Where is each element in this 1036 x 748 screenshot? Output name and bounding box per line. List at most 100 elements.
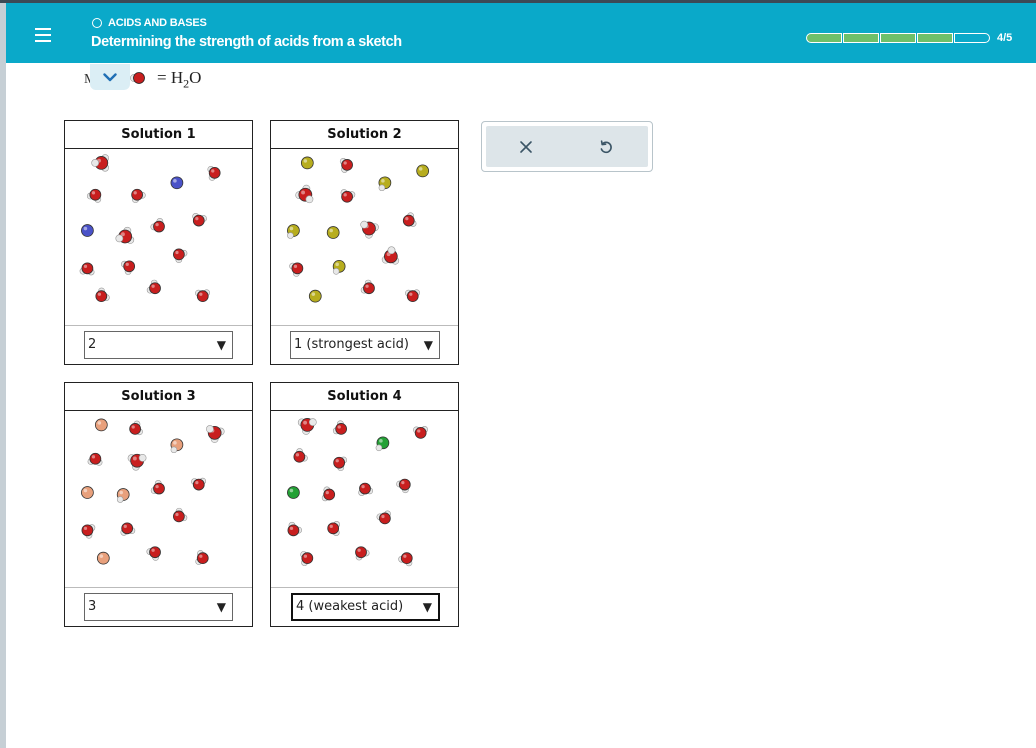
topic-text: ACIDS AND BASES	[108, 17, 207, 29]
water-molecule	[413, 426, 428, 439]
water-equation: = H2O	[157, 68, 202, 91]
water-molecule	[360, 279, 375, 295]
water-molecule	[91, 154, 110, 172]
anion	[81, 486, 94, 499]
water-molecule	[87, 452, 103, 466]
water-molecule	[86, 188, 102, 203]
page-title: Determining the strength of acids from a…	[91, 34, 402, 50]
water-molecule	[191, 477, 207, 491]
anion	[287, 486, 300, 499]
left-scroll-edge	[0, 3, 6, 748]
topic-label: ACIDS AND BASES	[92, 17, 207, 29]
water-molecule	[195, 289, 211, 303]
dropdown-arrow-icon: ▼	[422, 600, 432, 614]
water-molecule	[95, 287, 110, 303]
water-molecule	[327, 521, 340, 536]
water-molecule	[192, 213, 207, 227]
water-molecule	[127, 453, 147, 471]
close-icon	[520, 140, 532, 153]
dropdown-arrow-icon: ▼	[216, 338, 226, 352]
water-molecule	[150, 218, 165, 233]
anion	[416, 164, 430, 178]
water-molecule	[300, 551, 314, 566]
anion	[308, 289, 322, 303]
water-molecule	[195, 550, 209, 565]
water-molecule	[81, 524, 96, 539]
header-bar: ACIDS AND BASES Determining the strength…	[6, 3, 1036, 63]
water-molecule	[402, 212, 417, 227]
progress-segment	[880, 33, 916, 43]
solution-2-panel: Solution 2 1 (strongest acid) ▼	[270, 120, 459, 365]
solution-1-rank-value: 2	[88, 337, 97, 352]
water-molecule	[358, 482, 374, 496]
water-molecule	[405, 289, 421, 303]
collapse-button[interactable]	[90, 64, 130, 90]
circle-icon	[92, 18, 102, 28]
water-molecule	[146, 279, 161, 295]
water-molecule	[120, 522, 136, 536]
water-molecule	[293, 448, 308, 463]
progress-bar	[806, 33, 990, 43]
solution-4-panel: Solution 4 4 (weakest acid) ▼	[270, 382, 459, 627]
solution-3-rank-value: 3	[88, 599, 97, 614]
water-molecule	[297, 418, 317, 435]
water-molecule	[398, 552, 413, 567]
solution-3-panel: Solution 3 3 ▼	[64, 382, 253, 627]
solution-2-rank-select[interactable]: 1 (strongest acid) ▼	[290, 331, 440, 359]
progress-segment	[806, 33, 842, 43]
water-molecule	[333, 456, 347, 472]
water-molecule	[79, 262, 95, 276]
water-molecule	[360, 220, 379, 239]
clear-button[interactable]	[496, 126, 556, 167]
menu-icon-line	[35, 34, 51, 36]
anion	[300, 156, 314, 170]
anion	[96, 551, 110, 565]
water-molecule	[173, 248, 188, 263]
solution-4-rank-select[interactable]: 4 (weakest acid) ▼	[291, 593, 440, 621]
solution-3-sketch	[65, 418, 252, 588]
water-molecule	[150, 480, 165, 495]
solution-4-title: Solution 4	[271, 383, 458, 411]
solution-1-sketch	[65, 154, 252, 326]
solution-1-rank-select[interactable]: 2 ▼	[84, 331, 233, 359]
water-molecule	[207, 165, 221, 181]
solution-4-sketch	[271, 418, 458, 588]
water-molecule	[396, 478, 411, 494]
water-molecule	[206, 425, 225, 443]
water-molecule	[339, 158, 353, 173]
solution-3-rank-select[interactable]: 3 ▼	[84, 593, 233, 621]
toolbox-inner	[486, 126, 648, 167]
water-molecule	[173, 507, 188, 523]
water-molecule	[332, 420, 347, 435]
dropdown-arrow-icon: ▼	[423, 338, 433, 352]
solution-1-panel: Solution 1 2 ▼	[64, 120, 253, 365]
water-molecule	[321, 486, 336, 502]
water-molecule	[376, 510, 391, 525]
progress-segment	[954, 33, 990, 43]
solution-3-title: Solution 3	[65, 383, 252, 411]
menu-icon-line	[35, 40, 51, 42]
water-molecule	[340, 189, 356, 203]
water-molecule	[129, 420, 143, 436]
solution-2-title: Solution 2	[271, 121, 458, 149]
water-molecule-icon	[130, 72, 145, 84]
undo-icon	[600, 139, 612, 153]
water-molecule	[381, 246, 400, 265]
menu-icon	[35, 28, 51, 30]
anion	[94, 418, 108, 432]
progress-segment	[917, 33, 953, 43]
anion	[170, 176, 184, 190]
anion	[326, 226, 340, 239]
water-molecule	[355, 546, 370, 561]
solution-2-rank-value: 1 (strongest acid)	[294, 337, 409, 352]
solution-4-rank-value: 4 (weakest acid)	[296, 599, 404, 614]
anion	[81, 224, 94, 237]
water-molecule	[146, 546, 161, 561]
menu-button[interactable]	[26, 21, 60, 49]
sketch-toolbox	[481, 121, 653, 172]
water-molecule	[289, 262, 304, 277]
water-molecule	[287, 521, 302, 537]
water-molecule	[295, 184, 314, 204]
undo-button[interactable]	[576, 126, 636, 167]
solution-1-title: Solution 1	[65, 121, 252, 149]
